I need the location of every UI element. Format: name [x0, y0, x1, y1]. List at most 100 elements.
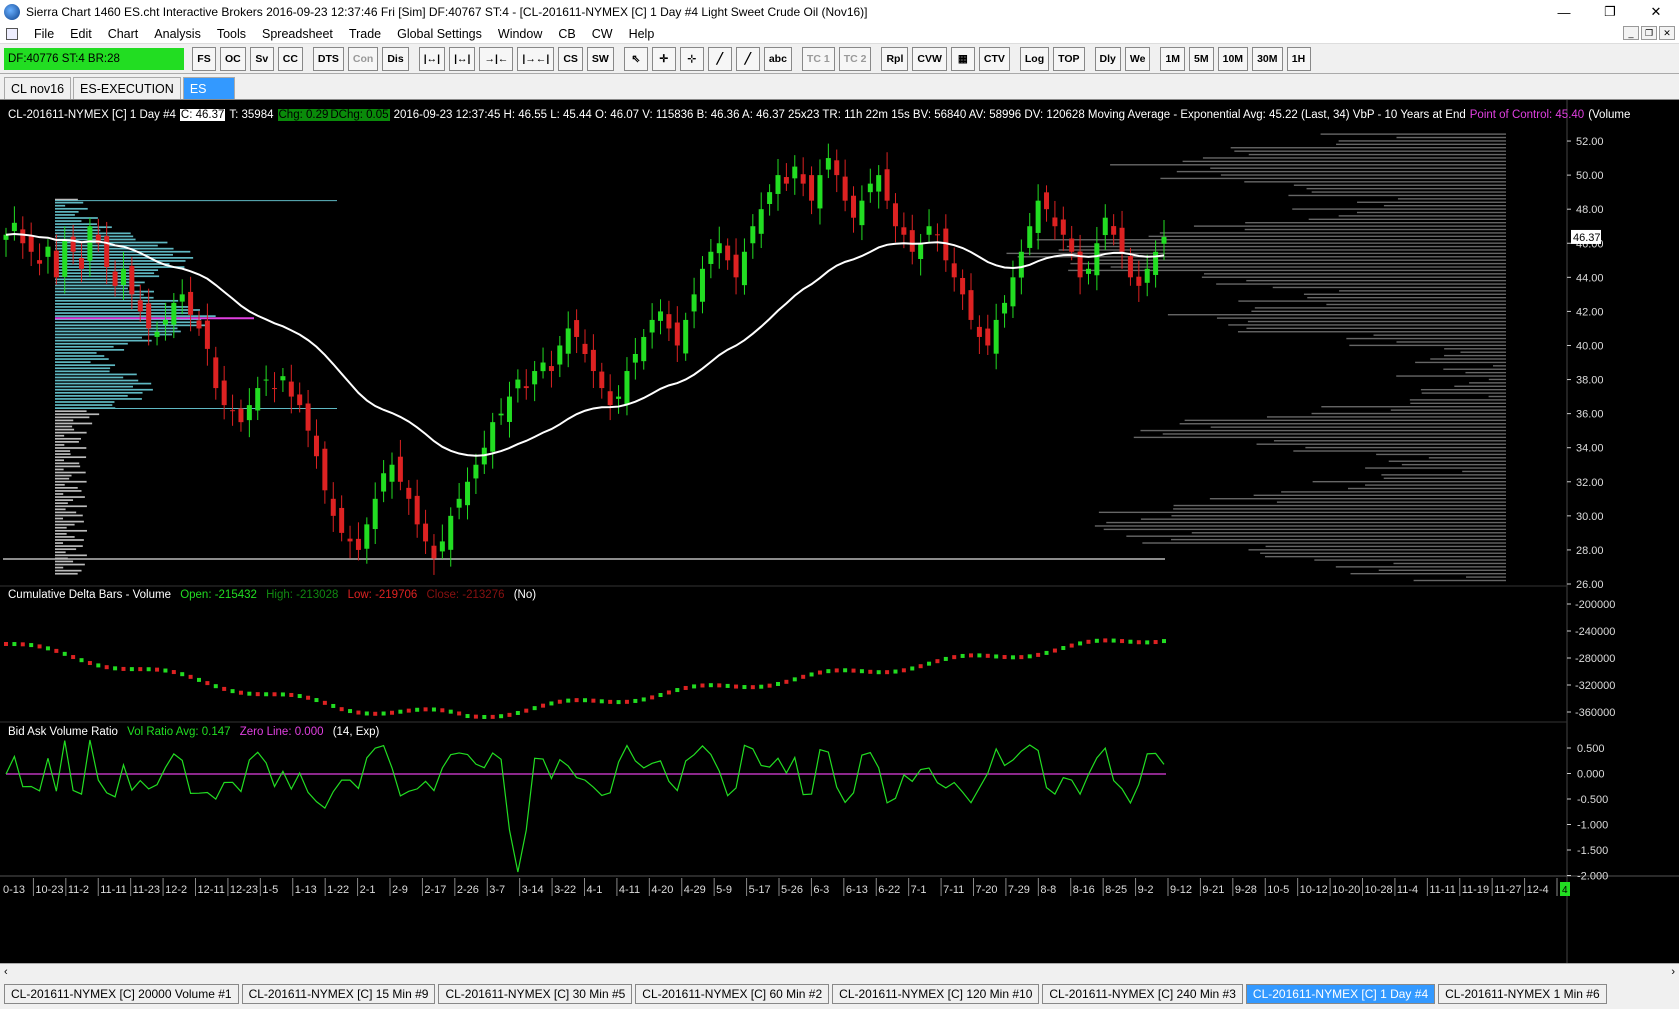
menu-global-settings[interactable]: Global Settings	[389, 27, 490, 41]
menu-chart[interactable]: Chart	[100, 27, 147, 41]
left-vbp-bar	[55, 474, 72, 477]
toolbar-button-6[interactable]: Dis	[382, 46, 409, 71]
left-vbp-bar	[55, 511, 77, 514]
toolbar-button-15[interactable]: ⊹	[679, 46, 704, 71]
menu-window[interactable]: Window	[490, 27, 550, 41]
left-vbp-bar	[55, 370, 110, 373]
toolbar-button-16[interactable]: ╱	[707, 46, 732, 71]
left-vbp-bar	[55, 333, 173, 336]
toolbar-button-5[interactable]: Con	[347, 46, 379, 71]
candle-body	[389, 464, 395, 482]
left-vbp-bar	[55, 487, 78, 489]
toolbar-button-31[interactable]: 10M	[1217, 46, 1249, 71]
toolbar-button-25[interactable]: Log	[1019, 46, 1050, 71]
menu-analysis[interactable]: Analysis	[146, 27, 209, 41]
chart-tab-1[interactable]: CL-201611-NYMEX [C] 15 Min #9	[241, 984, 436, 1004]
scroll-left-icon[interactable]: ‹	[4, 966, 8, 978]
toolbar-button-11[interactable]: CS	[558, 46, 583, 71]
vbp-bar	[1238, 300, 1506, 302]
mdi-restore-button[interactable]: ❐	[1641, 26, 1657, 40]
chart-tab-2[interactable]: CL-201611-NYMEX [C] 30 Min #5	[438, 984, 633, 1004]
toolbar-button-13[interactable]: ⇖	[623, 46, 648, 71]
toolbar-button-7[interactable]: |↔|	[418, 46, 446, 71]
menu-edit[interactable]: Edit	[62, 27, 100, 41]
candle-body	[809, 175, 815, 201]
toolbar-button-3[interactable]: CC	[277, 46, 303, 71]
menu-cb[interactable]: CB	[550, 27, 583, 41]
toolbar-button-18[interactable]: abc	[763, 46, 792, 71]
toolbar-button-27[interactable]: Dly	[1094, 46, 1121, 71]
chart-tab-3[interactable]: CL-201611-NYMEX [C] 60 Min #2	[635, 984, 830, 1004]
candle-body	[649, 319, 655, 333]
vbp-bar	[1413, 579, 1506, 582]
candle-body	[204, 320, 210, 349]
menu-cw[interactable]: CW	[584, 27, 621, 41]
toolbar-button-0[interactable]: FS	[192, 46, 216, 71]
menu-spreadsheet[interactable]: Spreadsheet	[254, 27, 341, 41]
chartbook-tab-es[interactable]: ES	[182, 77, 235, 99]
menu-help[interactable]: Help	[621, 27, 663, 41]
mdi-minimize-button[interactable]: _	[1623, 26, 1639, 40]
scroll-right-icon[interactable]: ›	[1671, 966, 1675, 978]
toolbar-button-8[interactable]: |↔|	[449, 46, 476, 71]
date-label: 2-9	[392, 884, 408, 896]
toolbar-button-28[interactable]: We	[1124, 46, 1151, 71]
chart-region[interactable]: 52.00 50.00 48.00 46.00 44.00 42.00 40.00 38.00…	[0, 100, 1679, 975]
menu-tools[interactable]: Tools	[209, 27, 254, 41]
toolbar-button-29[interactable]: 1M	[1160, 46, 1186, 71]
chart-tab-4[interactable]: CL-201611-NYMEX [C] 120 Min #10	[832, 984, 1040, 1004]
toolbar-button-22[interactable]: CVW	[912, 46, 947, 71]
toolbar-button-14[interactable]: ✛	[651, 46, 676, 71]
chart-tab-6[interactable]: CL-201611-NYMEX [C] 1 Day #4	[1245, 984, 1436, 1004]
chartbook-tab-es-execution[interactable]: ES-EXECUTION	[73, 77, 181, 99]
toolbar-button-20[interactable]: TC 2	[838, 46, 872, 71]
document-icon[interactable]	[6, 27, 18, 40]
toolbar-button-24[interactable]: CTV	[978, 46, 1010, 71]
cum-delta-bar	[29, 643, 34, 648]
horizontal-scrollbar[interactable]: ‹ ›	[0, 963, 1679, 979]
vbp-bar	[1288, 194, 1506, 197]
toolbar-button-4[interactable]: DTS	[312, 46, 344, 71]
vbp-bar	[1202, 157, 1506, 159]
toolbar-button-1[interactable]: OC	[220, 46, 246, 71]
chart-tab-5[interactable]: CL-201611-NYMEX [C] 240 Min #3	[1042, 984, 1243, 1004]
vbp-bar	[1098, 511, 1506, 514]
toolbar-button-32[interactable]: 30M	[1252, 46, 1283, 71]
chart-tab-7[interactable]: CL-201611-NYMEX 1 Min #6	[1438, 984, 1607, 1004]
vbp-bar	[1126, 535, 1506, 537]
price-label: 42.00	[1576, 306, 1604, 318]
toolbar-button-33[interactable]: 1H	[1286, 46, 1311, 71]
toolbar-button-2[interactable]: Sv	[249, 46, 274, 71]
toolbar-button-21[interactable]: Rpl	[881, 46, 909, 71]
candle-body	[926, 226, 932, 235]
toolbar-button-19[interactable]: TC 1	[801, 46, 835, 71]
vbp-bar	[1410, 402, 1506, 405]
menu-trade[interactable]: Trade	[341, 27, 389, 41]
toolbar-button-23[interactable]: ▦	[950, 46, 975, 71]
toolbar-button-30[interactable]: 5M	[1189, 46, 1214, 71]
toolbar-button-12[interactable]: SW	[586, 46, 614, 71]
cum-delta-name: Cumulative Delta Bars - Volume	[8, 589, 171, 601]
menu-file[interactable]: File	[26, 27, 62, 41]
close-button[interactable]: ✕	[1633, 0, 1679, 24]
vbp-bar	[1228, 324, 1506, 326]
date-label: 10-28	[1365, 884, 1393, 896]
date-label: 10-5	[1267, 884, 1289, 896]
cum-delta-bar	[406, 708, 411, 713]
chartbook-tab-cl-nov16[interactable]: CL nov16	[4, 77, 72, 99]
toolbar-button-26[interactable]: TOP	[1053, 46, 1085, 71]
mdi-close-button[interactable]: ✕	[1659, 26, 1675, 40]
toolbar-button-17[interactable]: ╱	[735, 46, 760, 71]
candle-body	[817, 175, 823, 209]
chart-tab-0[interactable]: CL-201611-NYMEX [C] 20000 Volume #1	[4, 984, 239, 1004]
minimize-button[interactable]: —	[1541, 0, 1587, 24]
toolbar-button-10[interactable]: |→←|	[517, 46, 555, 71]
cum-delta-bar	[146, 667, 151, 672]
candle-body	[1161, 236, 1167, 244]
toolbar-button-9[interactable]: →|←	[479, 46, 514, 71]
cum-delta-bar	[1153, 640, 1158, 645]
vbp-bar	[1106, 521, 1506, 524]
status-box[interactable]: DF:40776 ST:4 BR:28	[4, 47, 184, 70]
maximize-button[interactable]: ❐	[1587, 0, 1633, 24]
chart-canvas[interactable]: 52.0050.0048.0046.0044.0042.0040.0038.00…	[0, 100, 1679, 975]
